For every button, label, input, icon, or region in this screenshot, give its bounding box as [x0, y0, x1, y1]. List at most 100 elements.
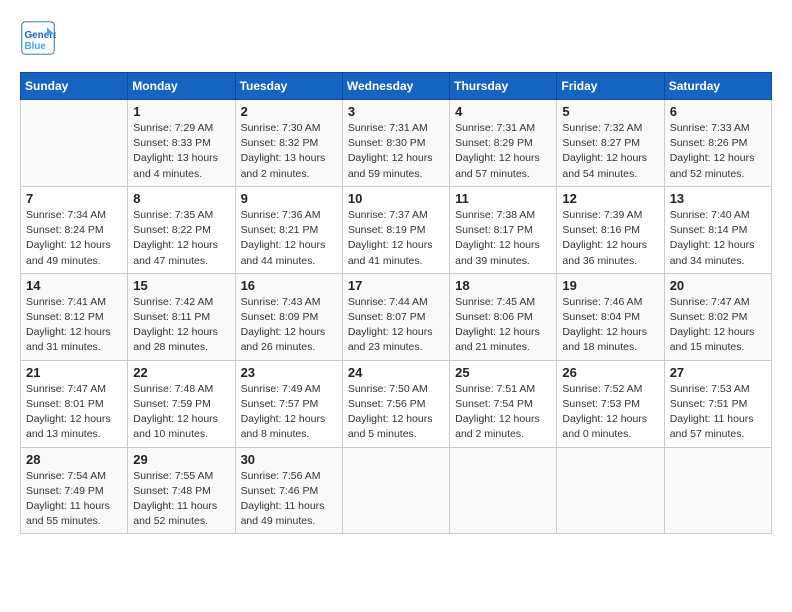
day-cell: 6 Sunrise: 7:33 AM Sunset: 8:26 PM Daylig…: [664, 100, 771, 187]
day-cell: 16 Sunrise: 7:43 AM Sunset: 8:09 PM Dayli…: [235, 273, 342, 360]
day-info: Sunrise: 7:29 AM Sunset: 8:33 PM Dayligh…: [133, 121, 229, 182]
day-number: 10: [348, 191, 444, 206]
day-cell: 20 Sunrise: 7:47 AM Sunset: 8:02 PM Dayli…: [664, 273, 771, 360]
day-info: Sunrise: 7:43 AM Sunset: 8:09 PM Dayligh…: [241, 295, 337, 356]
page-header: General Blue: [20, 20, 772, 56]
day-cell: 25Sunrise: 7:51 AM Sunset: 7:54 PM Dayli…: [450, 360, 557, 447]
day-info: Sunrise: 7:46 AM Sunset: 8:04 PM Dayligh…: [562, 295, 658, 356]
day-number: 14: [26, 278, 122, 293]
day-cell: [21, 100, 128, 187]
day-cell: 24 Sunrise: 7:50 AM Sunset: 7:56 PM Dayli…: [342, 360, 449, 447]
day-info: Sunrise: 7:47 AM Sunset: 8:02 PM Dayligh…: [670, 295, 766, 356]
day-cell: [557, 447, 664, 534]
day-number: 8: [133, 191, 229, 206]
logo-icon: General Blue: [20, 20, 56, 56]
day-number: 15: [133, 278, 229, 293]
day-cell: [450, 447, 557, 534]
day-info: Sunrise: 7:35 AM Sunset: 8:22 PM Dayligh…: [133, 208, 229, 269]
logo: General Blue: [20, 20, 62, 56]
day-number: 2: [241, 104, 337, 119]
day-info: Sunrise: 7:45 AM Sunset: 8:06 PM Dayligh…: [455, 295, 551, 356]
day-number: 24: [348, 365, 444, 380]
day-cell: 21Sunrise: 7:47 AM Sunset: 8:01 PM Dayli…: [21, 360, 128, 447]
day-info: Sunrise: 7:32 AM Sunset: 8:27 PM Dayligh…: [562, 121, 658, 182]
day-info: Sunrise: 7:51 AM Sunset: 7:54 PM Dayligh…: [455, 382, 551, 443]
day-cell: 1 Sunrise: 7:29 AM Sunset: 8:33 PM Daylig…: [128, 100, 235, 187]
day-cell: 12Sunrise: 7:39 AM Sunset: 8:16 PM Dayli…: [557, 186, 664, 273]
day-cell: 28 Sunrise: 7:54 AM Sunset: 7:49 PM Dayli…: [21, 447, 128, 534]
day-number: 3: [348, 104, 444, 119]
day-info: Sunrise: 7:56 AM Sunset: 7:46 PM Dayligh…: [241, 469, 337, 530]
day-info: Sunrise: 7:49 AM Sunset: 7:57 PM Dayligh…: [241, 382, 337, 443]
day-info: Sunrise: 7:40 AM Sunset: 8:14 PM Dayligh…: [670, 208, 766, 269]
day-number: 26: [562, 365, 658, 380]
day-info: Sunrise: 7:30 AM Sunset: 8:32 PM Dayligh…: [241, 121, 337, 182]
day-info: Sunrise: 7:44 AM Sunset: 8:07 PM Dayligh…: [348, 295, 444, 356]
day-info: Sunrise: 7:36 AM Sunset: 8:21 PM Dayligh…: [241, 208, 337, 269]
week-row-4: 21Sunrise: 7:47 AM Sunset: 8:01 PM Dayli…: [21, 360, 772, 447]
day-info: Sunrise: 7:54 AM Sunset: 7:49 PM Dayligh…: [26, 469, 122, 530]
day-number: 11: [455, 191, 551, 206]
day-info: Sunrise: 7:38 AM Sunset: 8:17 PM Dayligh…: [455, 208, 551, 269]
day-cell: 8 Sunrise: 7:35 AM Sunset: 8:22 PM Daylig…: [128, 186, 235, 273]
day-number: 4: [455, 104, 551, 119]
day-number: 20: [670, 278, 766, 293]
day-cell: 11 Sunrise: 7:38 AM Sunset: 8:17 PM Dayli…: [450, 186, 557, 273]
day-cell: 10Sunrise: 7:37 AM Sunset: 8:19 PM Dayli…: [342, 186, 449, 273]
day-cell: 22 Sunrise: 7:48 AM Sunset: 7:59 PM Dayli…: [128, 360, 235, 447]
day-cell: 3 Sunrise: 7:31 AM Sunset: 8:30 PM Daylig…: [342, 100, 449, 187]
day-info: Sunrise: 7:42 AM Sunset: 8:11 PM Dayligh…: [133, 295, 229, 356]
day-info: Sunrise: 7:31 AM Sunset: 8:30 PM Dayligh…: [348, 121, 444, 182]
day-number: 27: [670, 365, 766, 380]
day-cell: 13 Sunrise: 7:40 AM Sunset: 8:14 PM Dayli…: [664, 186, 771, 273]
day-info: Sunrise: 7:34 AM Sunset: 8:24 PM Dayligh…: [26, 208, 122, 269]
day-number: 22: [133, 365, 229, 380]
day-number: 16: [241, 278, 337, 293]
header-tuesday: Tuesday: [235, 73, 342, 100]
day-info: Sunrise: 7:48 AM Sunset: 7:59 PM Dayligh…: [133, 382, 229, 443]
day-info: Sunrise: 7:52 AM Sunset: 7:53 PM Dayligh…: [562, 382, 658, 443]
day-number: 29: [133, 452, 229, 467]
header-saturday: Saturday: [664, 73, 771, 100]
day-cell: 14 Sunrise: 7:41 AM Sunset: 8:12 PM Dayli…: [21, 273, 128, 360]
svg-text:Blue: Blue: [25, 41, 47, 52]
day-cell: 2 Sunrise: 7:30 AM Sunset: 8:32 PM Daylig…: [235, 100, 342, 187]
day-cell: [664, 447, 771, 534]
day-info: Sunrise: 7:33 AM Sunset: 8:26 PM Dayligh…: [670, 121, 766, 182]
day-cell: 23 Sunrise: 7:49 AM Sunset: 7:57 PM Dayli…: [235, 360, 342, 447]
day-cell: 18 Sunrise: 7:45 AM Sunset: 8:06 PM Dayli…: [450, 273, 557, 360]
day-cell: 30 Sunrise: 7:56 AM Sunset: 7:46 PM Dayli…: [235, 447, 342, 534]
day-number: 6: [670, 104, 766, 119]
day-number: 1: [133, 104, 229, 119]
day-cell: 17 Sunrise: 7:44 AM Sunset: 8:07 PM Dayli…: [342, 273, 449, 360]
day-number: 7: [26, 191, 122, 206]
day-cell: 29Sunrise: 7:55 AM Sunset: 7:48 PM Dayli…: [128, 447, 235, 534]
day-cell: 7 Sunrise: 7:34 AM Sunset: 8:24 PM Daylig…: [21, 186, 128, 273]
header-friday: Friday: [557, 73, 664, 100]
week-row-2: 7 Sunrise: 7:34 AM Sunset: 8:24 PM Daylig…: [21, 186, 772, 273]
day-cell: 9 Sunrise: 7:36 AM Sunset: 8:21 PM Daylig…: [235, 186, 342, 273]
day-number: 23: [241, 365, 337, 380]
week-row-3: 14 Sunrise: 7:41 AM Sunset: 8:12 PM Dayli…: [21, 273, 772, 360]
week-row-5: 28 Sunrise: 7:54 AM Sunset: 7:49 PM Dayli…: [21, 447, 772, 534]
header-wednesday: Wednesday: [342, 73, 449, 100]
day-number: 18: [455, 278, 551, 293]
day-info: Sunrise: 7:50 AM Sunset: 7:56 PM Dayligh…: [348, 382, 444, 443]
day-number: 13: [670, 191, 766, 206]
header-thursday: Thursday: [450, 73, 557, 100]
header-sunday: Sunday: [21, 73, 128, 100]
week-row-1: 1 Sunrise: 7:29 AM Sunset: 8:33 PM Daylig…: [21, 100, 772, 187]
day-cell: [342, 447, 449, 534]
day-info: Sunrise: 7:41 AM Sunset: 8:12 PM Dayligh…: [26, 295, 122, 356]
day-info: Sunrise: 7:53 AM Sunset: 7:51 PM Dayligh…: [670, 382, 766, 443]
calendar-table: SundayMondayTuesdayWednesdayThursdayFrid…: [20, 72, 772, 534]
day-number: 30: [241, 452, 337, 467]
day-cell: 15 Sunrise: 7:42 AM Sunset: 8:11 PM Dayli…: [128, 273, 235, 360]
day-number: 9: [241, 191, 337, 206]
day-cell: 19Sunrise: 7:46 AM Sunset: 8:04 PM Dayli…: [557, 273, 664, 360]
day-cell: 26 Sunrise: 7:52 AM Sunset: 7:53 PM Dayli…: [557, 360, 664, 447]
day-number: 17: [348, 278, 444, 293]
day-number: 12: [562, 191, 658, 206]
day-number: 28: [26, 452, 122, 467]
day-cell: 27 Sunrise: 7:53 AM Sunset: 7:51 PM Dayli…: [664, 360, 771, 447]
